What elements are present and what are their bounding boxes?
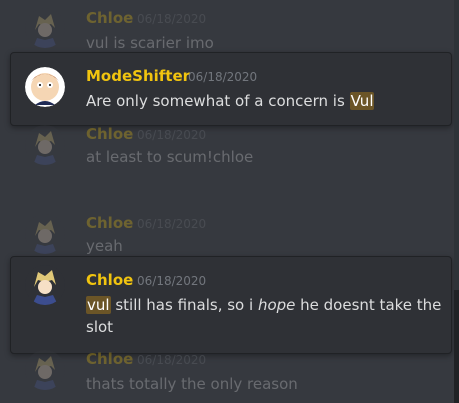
chloe-avatar[interactable] (25, 350, 65, 390)
message-1: Chloe 06/18/2020 vul is scarier imo (0, 0, 459, 55)
chloe-avatar[interactable] (25, 8, 65, 48)
message-text-part: he doesnt take the (295, 296, 442, 314)
message-text: thats totally the only reason (86, 375, 298, 393)
chloe-avatar[interactable] (25, 214, 65, 254)
author-name[interactable]: Chloe (86, 9, 133, 27)
timestamp: 06/18/2020 (137, 274, 207, 288)
message-text: yeah (86, 237, 123, 255)
author-name[interactable]: Chloe (86, 350, 133, 368)
message-3: Chloe 06/18/2020 at least to scum!chloe (0, 125, 459, 180)
timestamp: 06/18/2020 (137, 217, 207, 231)
message-text: at least to scum!chloe (86, 148, 254, 166)
chloe-avatar[interactable] (25, 125, 65, 165)
author-name[interactable]: Chloe (86, 214, 133, 232)
timestamp: 06/18/2020 (137, 12, 207, 26)
author-name[interactable]: ModeShifter (86, 67, 190, 85)
timestamp: 06/18/2020 (188, 70, 258, 84)
modeshifter-avatar[interactable] (25, 67, 65, 107)
author-name[interactable]: Chloe (86, 271, 133, 289)
message-text-part: Are only somewhat of a concern is (86, 92, 350, 110)
emphasis-text: hope (257, 296, 296, 314)
mention-highlight: Vul (349, 92, 375, 110)
scrollbar-thumb[interactable] (454, 290, 459, 403)
message-text: Are only somewhat of a concern is Vul (86, 90, 375, 112)
message-card-modeshifter: ModeShifter 06/18/2020 Are only somewhat… (10, 52, 452, 126)
author-name[interactable]: Chloe (86, 125, 133, 143)
timestamp: 06/18/2020 (137, 353, 207, 367)
message-text: vul is scarier imo (86, 34, 214, 52)
message-6: Chloe 06/18/2020 thats totally the only … (0, 350, 459, 403)
timestamp: 06/18/2020 (137, 128, 207, 142)
message-card-chloe: Chloe 06/18/2020 vul still has finals, s… (10, 256, 452, 354)
message-text-part: still has finals, so i (110, 296, 258, 314)
message-text: vul still has finals, so i hope he doesn… (86, 294, 446, 338)
mention-highlight: vul (86, 296, 111, 314)
message-text-part: slot (86, 318, 114, 336)
chloe-avatar[interactable] (25, 265, 65, 305)
